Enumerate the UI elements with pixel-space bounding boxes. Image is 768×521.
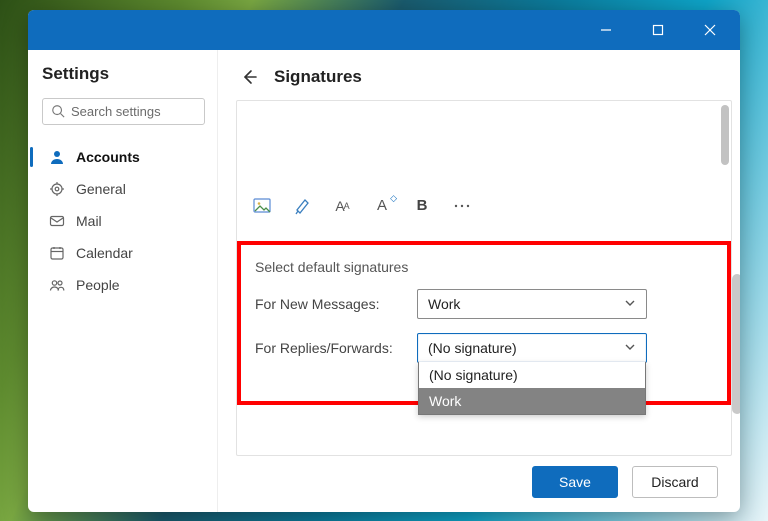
ellipsis-icon <box>453 203 471 209</box>
replies-forwards-select[interactable]: (No signature) (No signature) Work <box>417 333 647 363</box>
arrow-left-icon <box>240 68 258 86</box>
new-messages-row: For New Messages: Work <box>255 289 713 319</box>
panel-scrollbar[interactable] <box>732 114 740 448</box>
maximize-icon <box>652 24 664 36</box>
new-messages-select[interactable]: Work <box>417 289 647 319</box>
close-button[interactable] <box>688 14 732 46</box>
dropdown-option-no-signature[interactable]: (No signature) <box>419 362 645 388</box>
new-messages-value: Work <box>428 296 460 312</box>
sidebar: Settings Search settings Accounts Genera… <box>28 50 218 512</box>
people-icon <box>48 276 66 294</box>
chevron-down-icon <box>624 296 636 312</box>
gear-icon <box>48 180 66 198</box>
replies-forwards-dropdown: (No signature) Work <box>418 362 646 415</box>
page-title: Signatures <box>274 67 362 87</box>
titlebar <box>28 10 740 50</box>
paintbrush-icon <box>293 197 311 215</box>
signature-editor[interactable] <box>237 101 731 189</box>
insert-image-button[interactable] <box>251 195 273 217</box>
inner-scrollbar[interactable] <box>721 101 729 455</box>
calendar-icon <box>48 244 66 262</box>
maximize-button[interactable] <box>636 14 680 46</box>
sidebar-item-label: Calendar <box>76 245 133 261</box>
sidebar-item-label: Accounts <box>76 149 140 165</box>
replies-forwards-label: For Replies/Forwards: <box>255 340 405 356</box>
sidebar-item-label: People <box>76 277 120 293</box>
sidebar-item-label: General <box>76 181 126 197</box>
font-color-button[interactable]: A◇ <box>371 195 393 217</box>
search-placeholder: Search settings <box>71 104 161 119</box>
save-button[interactable]: Save <box>532 466 618 498</box>
back-button[interactable] <box>236 64 262 90</box>
content-area: Settings Search settings Accounts Genera… <box>28 50 740 512</box>
sidebar-item-people[interactable]: People <box>42 269 205 301</box>
sidebar-nav: Accounts General Mail Calendar People <box>42 141 205 301</box>
replies-forwards-value: (No signature) <box>428 340 517 356</box>
sidebar-title: Settings <box>42 64 205 84</box>
sidebar-item-mail[interactable]: Mail <box>42 205 205 237</box>
main-panel: Signatures AA A◇ B <box>218 50 740 512</box>
close-icon <box>704 24 716 36</box>
sidebar-item-calendar[interactable]: Calendar <box>42 237 205 269</box>
dropdown-option-work[interactable]: Work <box>419 388 645 414</box>
section-title: Select default signatures <box>255 259 713 275</box>
page-header: Signatures <box>218 50 740 100</box>
sidebar-item-general[interactable]: General <box>42 173 205 205</box>
chevron-down-icon <box>624 340 636 356</box>
minimize-button[interactable] <box>584 14 628 46</box>
search-input[interactable]: Search settings <box>42 98 205 125</box>
footer: Save Discard <box>218 456 740 512</box>
scrollbar-thumb[interactable] <box>732 274 740 414</box>
replies-forwards-row: For Replies/Forwards: (No signature) (No… <box>255 333 713 363</box>
app-window: Settings Search settings Accounts Genera… <box>28 10 740 512</box>
search-icon <box>51 104 65 118</box>
signatures-scroll-area: AA A◇ B Select default signatures For Ne… <box>236 100 732 456</box>
editor-toolbar: AA A◇ B <box>237 189 731 229</box>
discard-button[interactable]: Discard <box>632 466 718 498</box>
sidebar-item-accounts[interactable]: Accounts <box>42 141 205 173</box>
bold-button[interactable]: B <box>411 195 433 217</box>
person-icon <box>48 148 66 166</box>
new-messages-label: For New Messages: <box>255 296 405 312</box>
image-icon <box>253 198 271 214</box>
default-signatures-section: Select default signatures For New Messag… <box>237 241 731 405</box>
scrollbar-thumb[interactable] <box>721 105 729 165</box>
font-size-button[interactable]: AA <box>331 195 353 217</box>
format-painter-button[interactable] <box>291 195 313 217</box>
more-button[interactable] <box>451 195 473 217</box>
sidebar-item-label: Mail <box>76 213 102 229</box>
minimize-icon <box>600 24 612 36</box>
mail-icon <box>48 212 66 230</box>
